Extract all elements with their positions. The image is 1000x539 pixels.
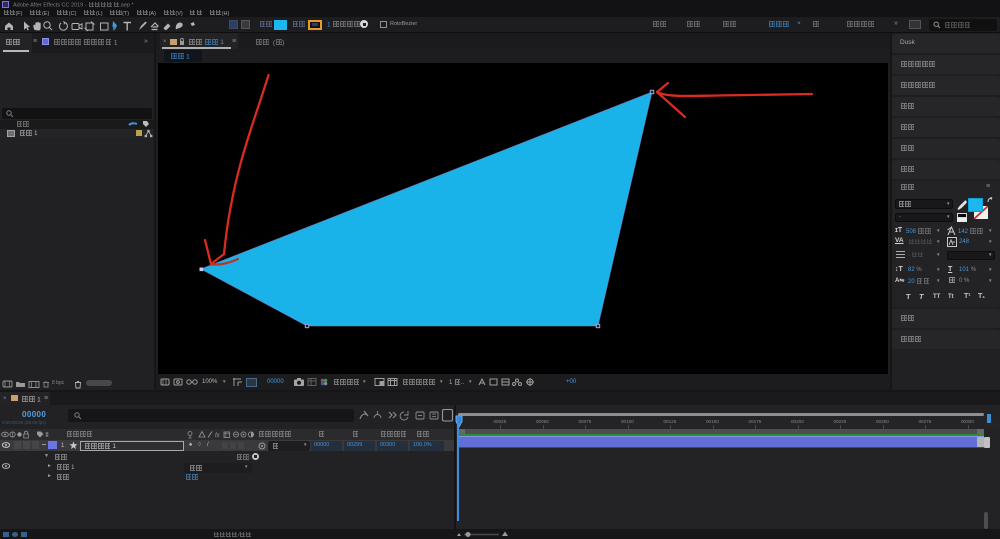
svg-text:fx: fx [215,433,221,439]
